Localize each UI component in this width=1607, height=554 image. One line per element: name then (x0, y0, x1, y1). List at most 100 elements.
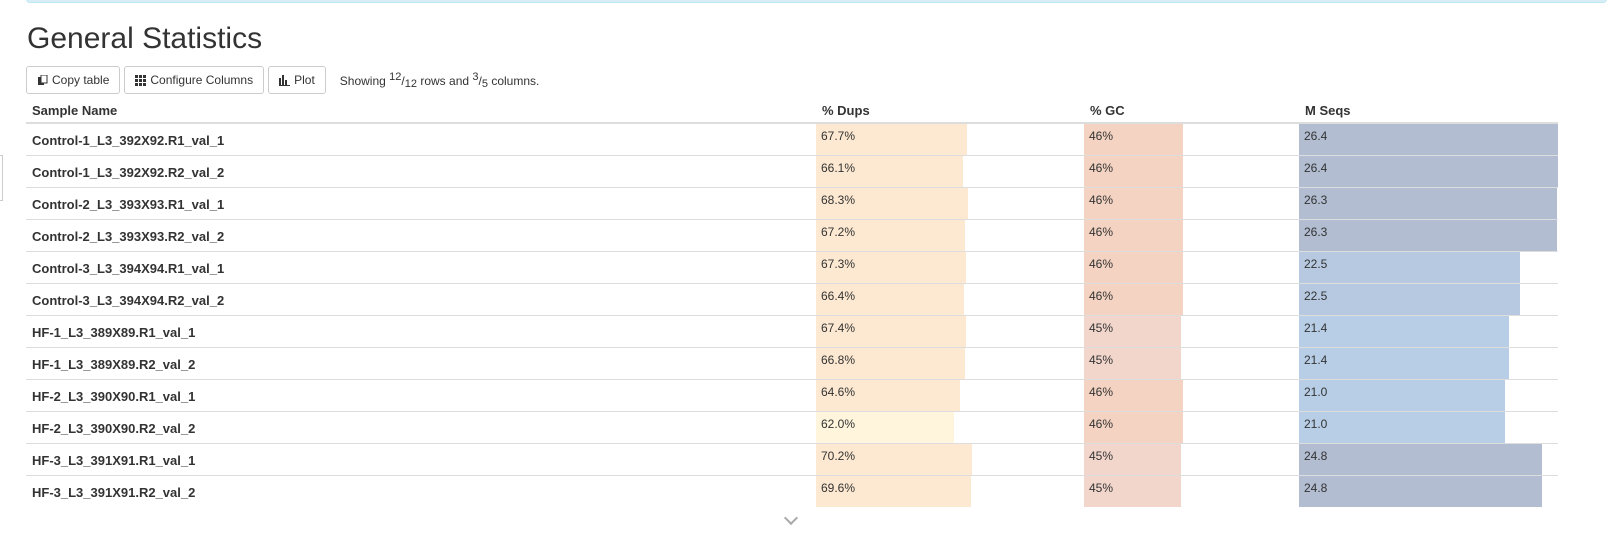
mseqs-value: 21.0 (1304, 417, 1328, 431)
dups-value: 64.6% (821, 385, 856, 399)
table-header-row: Sample Name % Dups % GC M Seqs (26, 98, 1558, 124)
gc-cell: 46% (1084, 411, 1299, 444)
dups-cell: 62.0% (816, 411, 1084, 444)
dups-cell: 64.6% (816, 379, 1084, 412)
rows-total: 12 (404, 77, 417, 90)
gc-cell: 45% (1084, 347, 1299, 380)
cols-shown: 3 (472, 70, 479, 83)
copy-icon (37, 74, 48, 86)
mseqs-bar (1299, 476, 1543, 507)
gc-value: 46% (1089, 289, 1114, 303)
gc-cell: 46% (1084, 251, 1299, 284)
plot-label: Plot (294, 73, 315, 87)
table-row: HF-1_L3_389X89.R1_val_1 67.4% 45% 21.4 (26, 315, 1558, 348)
mseqs-bar (1299, 284, 1520, 315)
dups-value: 67.4% (821, 321, 856, 335)
gc-cell: 45% (1084, 315, 1299, 348)
dups-value: 66.4% (821, 289, 856, 303)
configure-columns-button[interactable]: Configure Columns (124, 66, 265, 94)
chevron-down-icon[interactable] (783, 510, 799, 526)
sample-name-cell: Control-3_L3_394X94.R1_val_1 (26, 251, 816, 284)
mseqs-bar (1299, 316, 1509, 347)
mseqs-cell: 21.0 (1299, 379, 1558, 412)
gc-value: 45% (1089, 321, 1114, 335)
sample-name-cell: Control-3_L3_394X94.R2_val_2 (26, 283, 816, 316)
gc-value: 46% (1089, 161, 1114, 175)
table-row: HF-3_L3_391X91.R2_val_2 69.6% 45% 24.8 (26, 475, 1558, 507)
table-row: Control-2_L3_393X93.R1_val_1 68.3% 46% 26.3 (26, 187, 1558, 220)
mseqs-bar (1299, 412, 1506, 443)
header-dups[interactable]: % Dups (816, 98, 1084, 124)
mseqs-bar (1299, 188, 1558, 219)
mseqs-cell: 22.5 (1299, 283, 1558, 316)
gc-cell: 46% (1084, 155, 1299, 188)
plot-button[interactable]: Plot (268, 66, 326, 94)
dups-cell: 67.7% (816, 123, 1084, 156)
dups-cell: 66.1% (816, 155, 1084, 188)
mseqs-cell: 21.0 (1299, 411, 1558, 444)
gc-value: 46% (1089, 225, 1114, 239)
header-mseqs[interactable]: M Seqs (1299, 98, 1558, 124)
dups-cell: 67.2% (816, 219, 1084, 252)
gc-cell: 46% (1084, 123, 1299, 156)
mseqs-bar (1299, 348, 1509, 379)
sample-name-cell: HF-1_L3_389X89.R1_val_1 (26, 315, 816, 348)
sample-name-cell: HF-1_L3_389X89.R2_val_2 (26, 347, 816, 380)
mseqs-value: 26.3 (1304, 193, 1328, 207)
mseqs-bar (1299, 444, 1543, 475)
table-row: Control-1_L3_392X92.R1_val_1 67.7% 46% 26.4 (26, 123, 1558, 156)
gc-cell: 46% (1084, 283, 1299, 316)
table-row: HF-1_L3_389X89.R2_val_2 66.8% 45% 21.4 (26, 347, 1558, 380)
dups-cell: 69.6% (816, 475, 1084, 507)
gc-value: 46% (1089, 417, 1114, 431)
dups-value: 68.3% (821, 193, 856, 207)
gc-cell: 46% (1084, 379, 1299, 412)
dups-cell: 67.4% (816, 315, 1084, 348)
table-row: HF-2_L3_390X90.R1_val_1 64.6% 46% 21.0 (26, 379, 1558, 412)
gc-value: 45% (1089, 353, 1114, 367)
general-statistics-table: Sample Name % Dups % GC M Seqs Control-1… (26, 98, 1558, 507)
info-alert (26, 0, 1607, 3)
mseqs-bar (1299, 252, 1520, 283)
gc-value: 45% (1089, 481, 1114, 495)
side-tab[interactable] (0, 155, 3, 201)
mseqs-value: 26.3 (1304, 225, 1328, 239)
mseqs-value: 22.5 (1304, 257, 1328, 271)
mseqs-value: 21.0 (1304, 385, 1328, 399)
gc-value: 45% (1089, 449, 1114, 463)
gc-value: 46% (1089, 257, 1114, 271)
mseqs-value: 24.8 (1304, 449, 1328, 463)
mseqs-value: 22.5 (1304, 289, 1328, 303)
table-row: Control-3_L3_394X94.R2_val_2 66.4% 46% 22.5 (26, 283, 1558, 316)
dups-cell: 66.8% (816, 347, 1084, 380)
mseqs-bar (1299, 380, 1506, 411)
cols-total: 5 (481, 77, 488, 90)
gc-value: 46% (1089, 129, 1114, 143)
copy-table-label: Copy table (52, 73, 110, 87)
dups-value: 66.8% (821, 353, 856, 367)
mseqs-value: 26.4 (1304, 161, 1328, 175)
dups-value: 66.1% (821, 161, 856, 175)
cols-word: columns. (491, 73, 540, 88)
table-row: HF-3_L3_391X91.R1_val_1 70.2% 45% 24.8 (26, 443, 1558, 476)
rows-shown: 12 (389, 70, 402, 83)
mseqs-cell: 26.3 (1299, 219, 1558, 252)
mseqs-cell: 21.4 (1299, 315, 1558, 348)
mseqs-bar (1299, 156, 1558, 187)
gc-value: 46% (1089, 193, 1114, 207)
mseqs-cell: 24.8 (1299, 475, 1558, 507)
gc-cell: 45% (1084, 443, 1299, 476)
header-gc[interactable]: % GC (1084, 98, 1299, 124)
bar-chart-icon (279, 74, 291, 86)
table-toolbar: Copy table Configure Columns Plot Showin… (26, 66, 539, 94)
sample-name-cell: HF-2_L3_390X90.R2_val_2 (26, 411, 816, 444)
dups-cell: 68.3% (816, 187, 1084, 220)
table-row: Control-2_L3_393X93.R2_val_2 67.2% 46% 26.3 (26, 219, 1558, 252)
page-title: General Statistics (27, 22, 263, 55)
grid-icon (135, 74, 147, 86)
table-row: Control-3_L3_394X94.R1_val_1 67.3% 46% 22.5 (26, 251, 1558, 284)
sample-name-cell: Control-1_L3_392X92.R1_val_1 (32, 133, 225, 148)
dups-cell: 67.3% (816, 251, 1084, 284)
copy-table-button[interactable]: Copy table (26, 66, 121, 94)
header-sample-name[interactable]: Sample Name (26, 98, 816, 124)
